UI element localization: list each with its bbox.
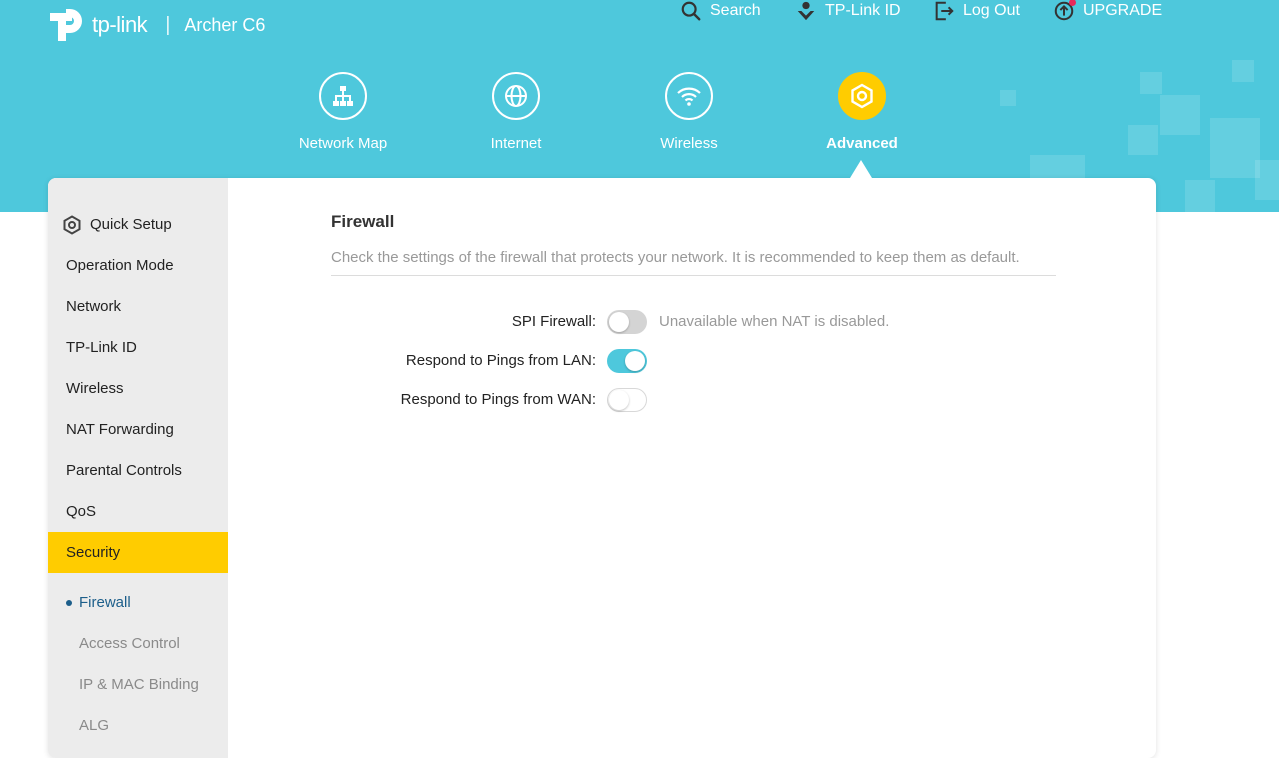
gear-icon: [851, 83, 873, 109]
tplink-id-icon: [797, 1, 815, 21]
toggle-knob: [609, 312, 629, 332]
decor-pixel: [1140, 72, 1162, 94]
sidebar-item-qos[interactable]: QoS: [48, 491, 228, 532]
wifi-icon: [677, 87, 701, 106]
setting-note: Unavailable when NAT is disabled.: [659, 313, 890, 330]
sidebar-item-wireless[interactable]: Wireless: [48, 368, 228, 409]
spi-firewall-toggle[interactable]: [607, 310, 647, 334]
nav-active-caret: [850, 160, 872, 178]
nav-label: Network Map: [298, 135, 388, 152]
toggle-knob: [625, 351, 645, 371]
decor-pixel: [1255, 160, 1279, 200]
nav-label: Advanced: [826, 135, 898, 152]
upgrade-label: UPGRADE: [1083, 2, 1163, 19]
ping-lan-toggle[interactable]: [607, 349, 647, 373]
tplink-logo-icon: [50, 9, 82, 41]
decor-pixel: [1160, 95, 1200, 135]
sidebar-item-operation-mode[interactable]: Operation Mode: [48, 245, 228, 286]
sidebar-item-network[interactable]: Network: [48, 286, 228, 327]
decor-pixel: [1030, 155, 1085, 180]
setting-row-spi-firewall: SPI Firewall: Unavailable when NAT is di…: [331, 308, 1056, 336]
toggle-knob: [609, 390, 629, 410]
sidebar-item-nat-forwarding[interactable]: NAT Forwarding: [48, 409, 228, 450]
decor-pixel: [1185, 180, 1215, 212]
sidebar-subitem-firewall[interactable]: Firewall: [48, 582, 228, 623]
brand-logo-text: tp-link: [92, 12, 148, 37]
sidebar-item-tplink-id[interactable]: TP-Link ID: [48, 327, 228, 368]
upgrade-button[interactable]: UPGRADE: [1053, 0, 1162, 22]
gear-icon: [63, 214, 81, 235]
decor-pixel: [1232, 60, 1254, 82]
logout-label: Log Out: [963, 2, 1020, 19]
setting-label: Respond to Pings from WAN:: [400, 391, 596, 408]
sidebar-item-quick-setup[interactable]: Quick Setup: [48, 204, 228, 245]
nav-label: Internet: [490, 135, 542, 152]
search-icon: [681, 1, 701, 21]
logout-button[interactable]: Log Out: [933, 0, 1020, 22]
nav-wireless[interactable]: Wireless: [624, 72, 754, 152]
nav-network-map[interactable]: Network Map: [278, 72, 408, 152]
sidebar-subitem-alg[interactable]: ALG: [48, 705, 228, 746]
sidebar-subitem-access-control[interactable]: Access Control: [48, 623, 228, 664]
setting-row-ping-wan: Respond to Pings from WAN:: [331, 386, 1056, 414]
page-title: Firewall: [331, 212, 395, 231]
setting-label: Respond to Pings from LAN:: [405, 352, 596, 369]
setting-label: SPI Firewall:: [511, 313, 596, 330]
decor-pixel: [1000, 90, 1016, 106]
nav-label: Wireless: [660, 135, 718, 152]
model-name: Archer C6: [184, 14, 266, 35]
ping-wan-toggle[interactable]: [607, 388, 647, 412]
tplink-id-button[interactable]: TP-Link ID: [795, 0, 901, 22]
decor-pixel: [1128, 125, 1158, 155]
main-card: Quick Setup Operation Mode Network TP-Li…: [48, 178, 1156, 758]
setting-row-ping-lan: Respond to Pings from LAN:: [331, 347, 1056, 375]
tplink-id-label: TP-Link ID: [825, 2, 901, 19]
brand-separator: |: [165, 13, 171, 36]
nav-internet[interactable]: Internet: [451, 72, 581, 152]
globe-icon: [505, 85, 527, 107]
logout-icon: [935, 1, 954, 21]
brand: tp-link | Archer C6: [48, 5, 265, 45]
decor-pixel: [1210, 118, 1260, 178]
sidebar-subitem-ip-mac-binding[interactable]: IP & MAC Binding: [48, 664, 228, 705]
page-description: Check the settings of the firewall that …: [331, 249, 1020, 266]
search-label: Search: [710, 2, 761, 19]
nav-advanced[interactable]: Advanced: [797, 72, 927, 152]
active-bullet: [66, 600, 72, 606]
sidebar: Quick Setup Operation Mode Network TP-Li…: [48, 178, 228, 758]
search-button[interactable]: Search: [680, 0, 761, 22]
divider: [331, 275, 1056, 276]
sidebar-item-label: Quick Setup: [90, 216, 172, 233]
sidebar-item-parental-controls[interactable]: Parental Controls: [48, 450, 228, 491]
network-map-icon: [333, 86, 353, 106]
sidebar-item-security[interactable]: Security: [48, 532, 228, 573]
sidebar-subitem-label: Firewall: [79, 594, 131, 611]
